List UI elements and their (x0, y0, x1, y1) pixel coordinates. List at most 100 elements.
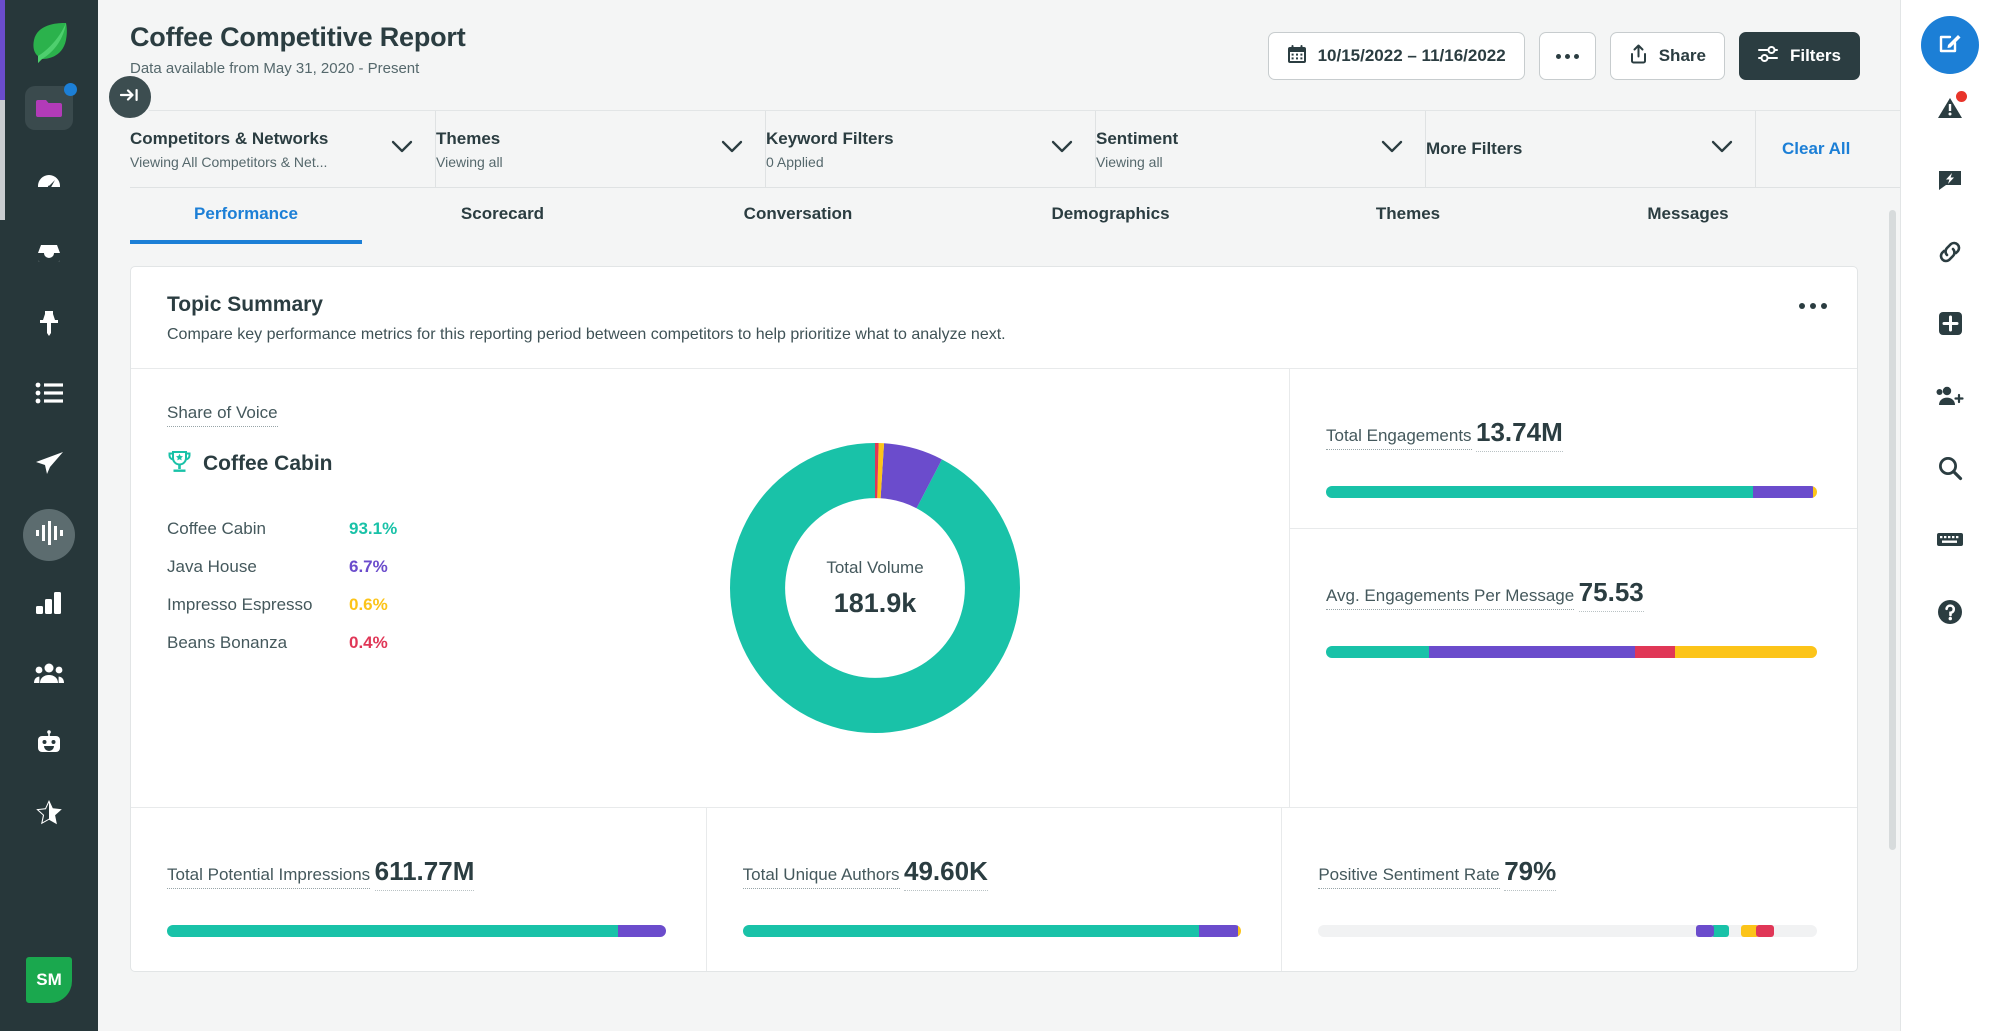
send-icon (34, 450, 64, 481)
bot-icon (35, 730, 63, 761)
tab-scorecard[interactable]: Scorecard (362, 188, 643, 244)
tab-conversation[interactable]: Conversation (643, 188, 953, 244)
search-icon (1937, 455, 1963, 486)
filter-sentiment[interactable]: Sentiment Viewing all (1096, 111, 1426, 187)
inbox-icon (35, 241, 63, 270)
rail-item-whats-new[interactable] (1914, 146, 1986, 218)
kpi-label[interactable]: Positive Sentiment Rate (1318, 865, 1499, 889)
right-rail (1900, 0, 1999, 1031)
list-item: Beans Bonanza 0.4% (167, 633, 461, 653)
bar-chart-icon (35, 591, 63, 620)
card-menu-button[interactable] (1799, 293, 1827, 309)
donut-svg (690, 403, 1060, 773)
header-actions: 10/15/2022 – 11/16/2022 Share (1268, 22, 1860, 80)
expand-sidebar-button[interactable] (107, 74, 153, 120)
sidebar-item-pinned[interactable] (14, 290, 84, 360)
filter-value: Viewing all (1096, 154, 1178, 170)
competitor-name: Beans Bonanza (167, 633, 349, 653)
chevron-down-icon (1051, 140, 1073, 159)
sidebar-item-listening[interactable] (14, 500, 84, 570)
sidebar-item-inbox[interactable] (14, 220, 84, 290)
filter-keyword-filters[interactable]: Keyword Filters 0 Applied (766, 111, 1096, 187)
kpi-avg-engagements: Avg. Engagements Per Message 75.53 (1290, 528, 1857, 688)
rail-item-add[interactable] (1914, 290, 1986, 362)
competitor-name: Impresso Espresso (167, 595, 349, 615)
share-label: Share (1659, 46, 1706, 66)
chevron-down-icon (1711, 140, 1733, 159)
plus-square-icon (1938, 311, 1963, 341)
sprout-leaf-logo[interactable] (26, 18, 72, 64)
vertical-scrollbar[interactable] (1889, 210, 1896, 850)
kpi-value: 611.77M (375, 856, 475, 891)
compose-button[interactable] (1921, 16, 1979, 74)
summary-bottom-row: Total Potential Impressions 611.77M Tota… (131, 807, 1857, 971)
bar-marker (1696, 925, 1714, 937)
sidebar-item-tasks[interactable] (14, 360, 84, 430)
date-range-label: 10/15/2022 – 11/16/2022 (1318, 46, 1506, 66)
sidebar-item-audience[interactable] (14, 640, 84, 710)
rail-item-help[interactable] (1914, 578, 1986, 650)
tab-demographics[interactable]: Demographics (953, 188, 1268, 244)
filters-button[interactable]: Filters (1739, 32, 1860, 80)
filter-competitors-networks[interactable]: Competitors & Networks Viewing All Compe… (130, 111, 436, 187)
gauge-icon (35, 169, 63, 202)
alert-badge (1956, 91, 1967, 102)
share-button[interactable]: Share (1610, 32, 1725, 80)
rail-item-shortcuts[interactable] (1914, 506, 1986, 578)
date-range-picker[interactable]: 10/15/2022 – 11/16/2022 (1268, 32, 1525, 80)
sidebar-item-reports-folder[interactable] (25, 86, 73, 130)
filter-text: Sentiment Viewing all (1096, 129, 1178, 170)
clear-all-button[interactable]: Clear All (1756, 111, 1876, 187)
page-title: Coffee Competitive Report (130, 22, 466, 53)
kpi-label[interactable]: Avg. Engagements Per Message (1326, 586, 1574, 610)
sidebar-item-publishing[interactable] (14, 430, 84, 500)
share-of-voice-label[interactable]: Share of Voice (167, 403, 278, 427)
kpi-stacked-bar (1326, 486, 1817, 498)
chevron-down-icon (1381, 140, 1403, 159)
filter-themes[interactable]: Themes Viewing all (436, 111, 766, 187)
bar-segment (1199, 925, 1238, 937)
summary-top-row: Share of Voice (131, 368, 1857, 807)
donut-chart-container: Total Volume 181.9k (461, 403, 1289, 773)
bar-segment (1326, 486, 1753, 498)
tab-messages[interactable]: Messages (1548, 188, 1828, 244)
kpi-label[interactable]: Total Engagements (1326, 426, 1472, 450)
page-header-text: Coffee Competitive Report Data available… (130, 22, 466, 77)
filter-bar: Competitors & Networks Viewing All Compe… (130, 110, 1900, 188)
bar-segment (1635, 646, 1674, 658)
rail-item-search[interactable] (1914, 434, 1986, 506)
tab-bar: Performance Scorecard Conversation Demog… (130, 188, 1900, 244)
list-item: Impresso Espresso 0.6% (167, 595, 461, 615)
page-subtitle: Data available from May 31, 2020 - Prese… (130, 60, 466, 77)
competitor-pct: 0.4% (349, 633, 388, 653)
card-header: Topic Summary Compare key performance me… (131, 267, 1857, 368)
tab-performance[interactable]: Performance (130, 188, 362, 244)
rail-item-invite[interactable] (1914, 362, 1986, 434)
competitor-name: Coffee Cabin (167, 519, 349, 539)
sidebar-item-bots[interactable] (14, 710, 84, 780)
competitor-pct: 6.7% (349, 557, 388, 577)
competitor-list: Coffee Cabin 93.1% Java House 6.7% Impre… (167, 519, 461, 653)
kpi-value: 49.60K (904, 856, 988, 891)
rail-item-links[interactable] (1914, 218, 1986, 290)
filter-label: Keyword Filters (766, 129, 894, 149)
sidebar-item-dashboard[interactable] (14, 150, 84, 220)
kpi-label[interactable]: Total Potential Impressions (167, 865, 370, 889)
kpi-positive-sentiment-rate: Positive Sentiment Rate 79% (1281, 808, 1857, 971)
filter-more-filters[interactable]: More Filters (1426, 111, 1756, 187)
trophy-icon (167, 449, 192, 479)
link-icon (1937, 240, 1963, 269)
tab-themes[interactable]: Themes (1268, 188, 1548, 244)
kpi-marker-bar (1318, 925, 1817, 937)
share-of-voice-donut[interactable]: Total Volume 181.9k (690, 403, 1060, 773)
more-options-button[interactable] (1539, 32, 1596, 80)
rail-item-alerts[interactable] (1914, 74, 1986, 146)
avatar[interactable]: SM (26, 957, 72, 1003)
kpi-label[interactable]: Total Unique Authors (743, 865, 900, 889)
keyboard-icon (1936, 530, 1964, 554)
share-of-voice-list: Share of Voice (131, 403, 461, 773)
sidebar-item-reports[interactable] (14, 570, 84, 640)
filter-label: Themes (436, 129, 503, 149)
sidebar-item-reviews[interactable] (14, 780, 84, 850)
competitor-pct: 93.1% (349, 519, 397, 539)
